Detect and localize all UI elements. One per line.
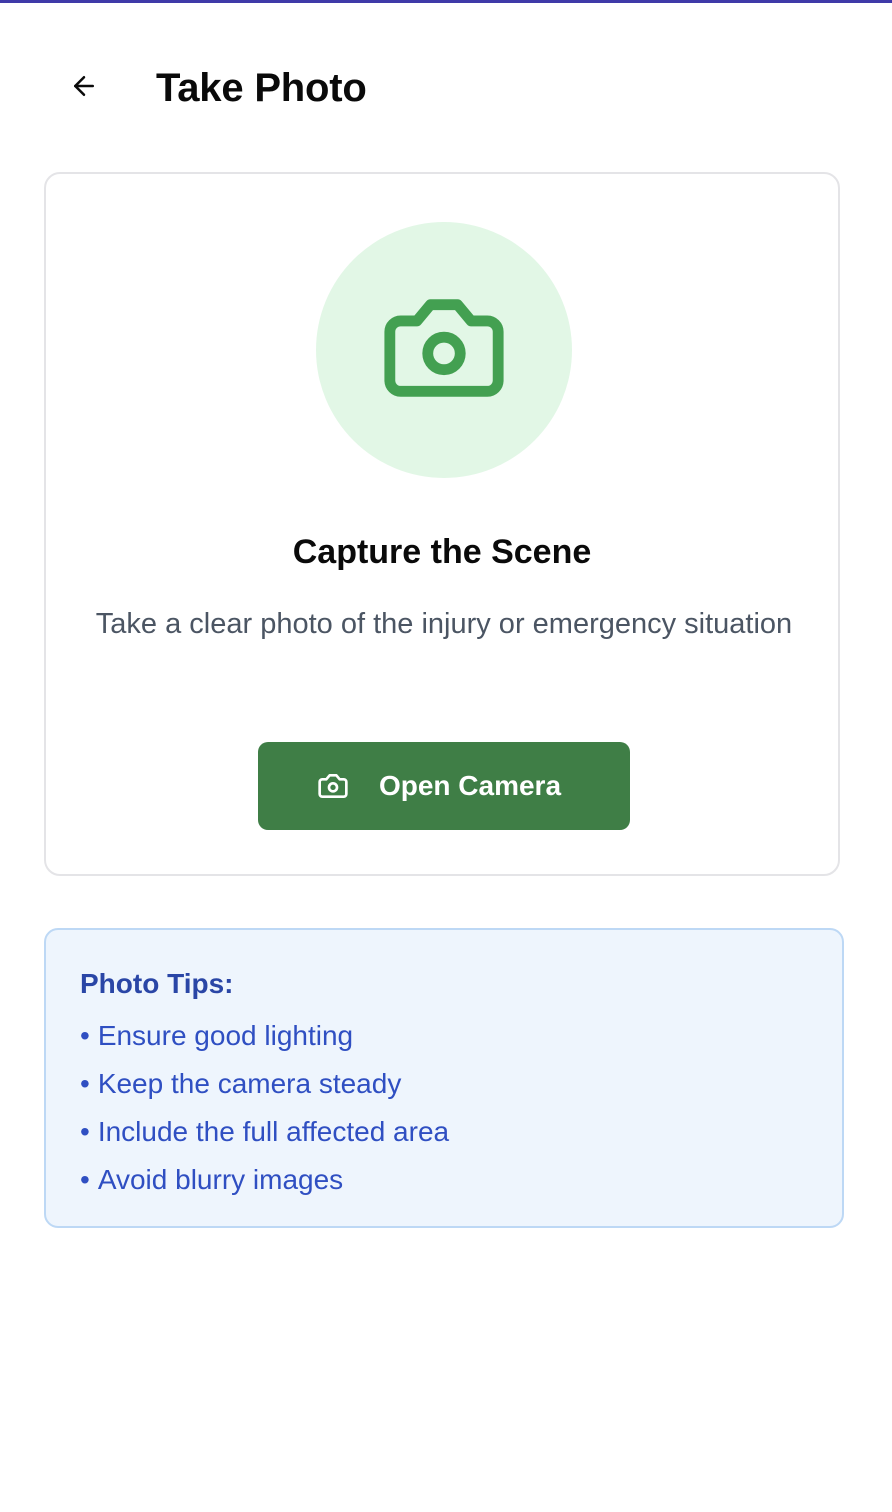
tip-text: Keep the camera steady: [97, 1068, 402, 1099]
capture-card: Capture the Scene Take a clear photo of …: [44, 172, 840, 876]
tips-list: • Ensure good lighting • Keep the camera s…: [80, 1012, 449, 1204]
list-item: • Include the full affected area: [80, 1108, 449, 1156]
back-button[interactable]: [62, 66, 106, 110]
header: Take Photo: [0, 0, 892, 176]
list-item: • Ensure good lighting: [80, 1012, 449, 1060]
bullet: •: [80, 1116, 90, 1147]
camera-icon: [317, 770, 349, 802]
capture-description: Take a clear photo of the injury or emer…: [95, 608, 793, 640]
tip-text: Include the full affected area: [97, 1116, 450, 1147]
photo-tips-card: Photo Tips: • Ensure good lighting • Keep …: [44, 928, 844, 1228]
list-item: • Avoid blurry images: [80, 1156, 449, 1204]
bullet: •: [80, 1068, 90, 1099]
list-item: • Keep the camera steady: [80, 1060, 449, 1108]
bullet: •: [80, 1020, 90, 1051]
tips-title: Photo Tips:: [80, 968, 234, 999]
open-camera-label: Open Camera: [378, 770, 562, 801]
capture-title: Capture the Scene: [292, 533, 592, 571]
camera-icon-circle: [316, 222, 572, 478]
open-camera-button[interactable]: Open Camera: [258, 742, 630, 830]
page-title: Take Photo: [156, 66, 367, 110]
tip-text: Ensure good lighting: [97, 1020, 354, 1051]
arrow-left-icon: [69, 71, 99, 106]
bullet: •: [80, 1164, 90, 1195]
camera-icon: [379, 283, 509, 418]
tip-text: Avoid blurry images: [97, 1164, 344, 1195]
